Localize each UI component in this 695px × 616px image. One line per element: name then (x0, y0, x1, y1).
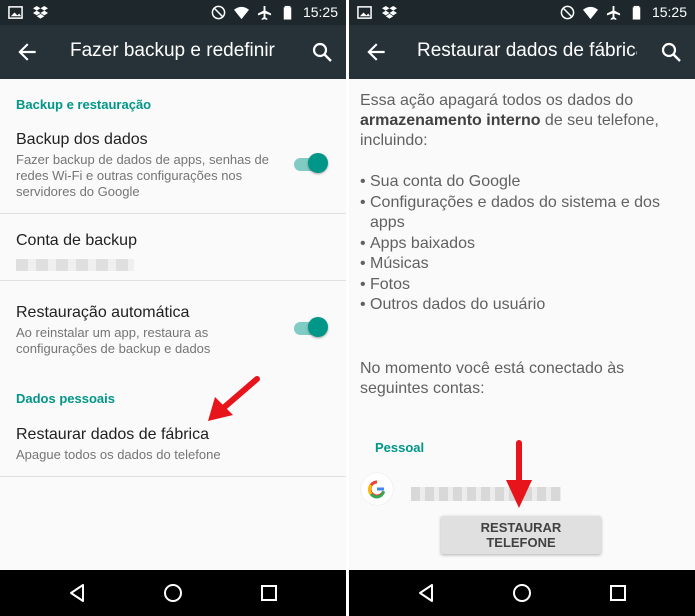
list-item: Apps baixados (360, 234, 690, 255)
list-item: Músicas (360, 254, 690, 275)
status-bar: 15:25 (0, 0, 346, 25)
search-icon[interactable] (310, 40, 334, 64)
nav-home-icon[interactable] (511, 582, 533, 604)
warning-bold: armazenamento interno (360, 112, 541, 129)
google-account-icon (361, 473, 393, 505)
warning-prefix: Essa ação apagará todos os dados do (360, 92, 634, 109)
battery-icon (632, 5, 641, 20)
redacted-account (16, 259, 134, 271)
navigation-bar (0, 570, 346, 616)
accounts-text: No momento você está conectado às seguin… (360, 360, 625, 397)
nav-recents-icon[interactable] (258, 582, 280, 604)
wifi-icon (233, 6, 249, 19)
pref-title: Restauração automática (16, 304, 190, 321)
section-header-personal: Dados pessoais (16, 391, 115, 406)
nav-recents-icon[interactable] (607, 582, 629, 604)
list-item: Outros dados do usuário (360, 295, 690, 316)
pref-backup-account[interactable]: Conta de backup (0, 214, 346, 280)
list-item: Configurações e dados do sistema e dos a… (360, 193, 690, 234)
page-title: Restaurar dados de fábrica (417, 40, 637, 61)
toggle-thumb (308, 153, 328, 173)
toggle-thumb (308, 317, 328, 337)
nav-home-icon[interactable] (162, 582, 184, 604)
dropbox-icon (33, 5, 48, 19)
account-header-personal: Pessoal (375, 440, 425, 455)
battery-icon (283, 5, 292, 20)
do-not-disturb-icon (560, 5, 575, 19)
status-time: 15:25 (302, 4, 338, 20)
list-item: Fotos (360, 275, 690, 296)
annotation-arrow (208, 376, 260, 421)
pref-title: Restaurar dados de fábrica (16, 426, 209, 443)
phone-screen-backup: 15:25 Fazer backup e redefinir Backup e … (0, 0, 346, 616)
pref-summary: Apague todos os dados do telefone (16, 447, 221, 462)
back-arrow-icon[interactable] (14, 39, 40, 65)
divider (0, 476, 346, 477)
toolbar: Fazer backup e redefinir (0, 25, 346, 79)
do-not-disturb-icon (211, 5, 226, 19)
reset-warning-text: Essa ação apagará todos os dados do arma… (360, 91, 685, 151)
wifi-icon (582, 6, 598, 19)
nav-back-icon[interactable] (415, 582, 437, 604)
pref-summary: Ao reinstalar um app, restaura as config… (16, 325, 211, 356)
pref-summary: Fazer backup de dados de apps, senhas de… (16, 152, 269, 199)
dropbox-icon (382, 5, 397, 19)
phone-screen-factory-reset: 15:25 Restaurar dados de fábrica Essa aç… (349, 0, 695, 616)
nav-back-icon[interactable] (66, 582, 88, 604)
pref-auto-restore[interactable]: Restauração automática Ao reinstalar um … (0, 281, 346, 371)
status-time: 15:25 (651, 4, 687, 20)
image-icon (8, 6, 23, 19)
navigation-bar (349, 570, 695, 616)
status-bar: 15:25 (349, 0, 695, 25)
airplane-icon (606, 5, 621, 20)
erase-items-list: Sua conta do Google Configurações e dado… (360, 172, 690, 316)
airplane-icon (257, 5, 272, 20)
settings-list: Backup e restauração Backup dos dados Fa… (0, 79, 346, 570)
back-arrow-icon[interactable] (363, 39, 389, 65)
annotation-arrow (506, 440, 532, 508)
pref-backup-data[interactable]: Backup dos dados Fazer backup de dados d… (0, 123, 346, 213)
toolbar: Restaurar dados de fábrica (349, 25, 695, 79)
auto-restore-toggle[interactable] (292, 317, 328, 339)
list-item: Sua conta do Google (360, 172, 690, 193)
pref-title: Conta de backup (16, 232, 137, 249)
page-title: Fazer backup e redefinir (70, 40, 275, 61)
backup-data-toggle[interactable] (292, 153, 328, 175)
reset-phone-button[interactable]: RESTAURAR TELEFONE (441, 516, 601, 554)
search-icon[interactable] (659, 40, 683, 64)
pref-factory-reset[interactable]: Restaurar dados de fábrica Apague todos … (0, 414, 346, 476)
pref-title: Backup dos dados (16, 131, 148, 148)
section-header-backup: Backup e restauração (16, 97, 152, 112)
image-icon (357, 6, 372, 19)
